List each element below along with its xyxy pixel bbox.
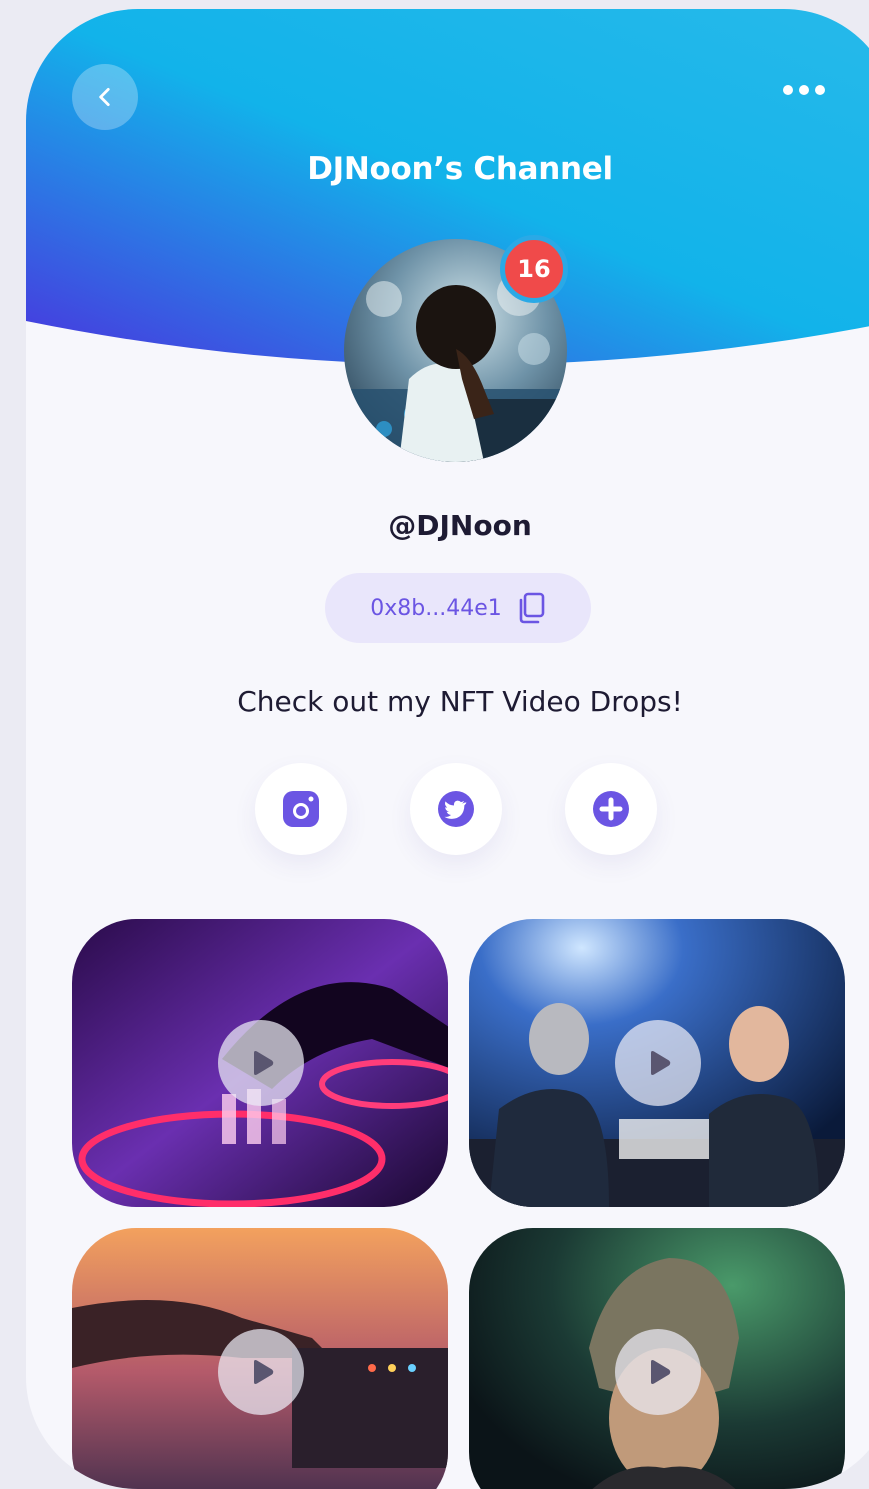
instagram-icon xyxy=(283,791,319,827)
play-button[interactable] xyxy=(218,1020,304,1106)
add-link-button[interactable] xyxy=(565,763,657,855)
social-links xyxy=(255,763,660,855)
notification-badge: 16 xyxy=(500,235,568,303)
video-card[interactable] xyxy=(72,919,448,1207)
play-icon xyxy=(651,1360,671,1384)
channel-screen: DJNoon’s Channel 16 @DJNoon 0x8b...44e1 … xyxy=(26,9,869,1489)
more-horizontal-icon-dot xyxy=(799,85,809,95)
page-title: DJNoon’s Channel xyxy=(307,151,613,187)
twitter-icon xyxy=(438,791,474,827)
more-horizontal-icon-dot xyxy=(815,85,825,95)
wallet-address: 0x8b...44e1 xyxy=(370,595,502,621)
play-button[interactable] xyxy=(615,1020,701,1106)
copy-icon xyxy=(519,592,545,624)
instagram-button[interactable] xyxy=(255,763,347,855)
username: @DJNoon xyxy=(388,509,532,542)
back-button[interactable] xyxy=(72,64,138,130)
wallet-address-button[interactable]: 0x8b...44e1 xyxy=(325,573,591,643)
chevron-left-icon xyxy=(99,88,110,106)
video-card[interactable] xyxy=(469,919,845,1207)
more-options-button[interactable] xyxy=(774,75,834,105)
video-card[interactable] xyxy=(72,1228,448,1489)
profile-avatar[interactable]: 16 xyxy=(344,235,568,462)
twitter-button[interactable] xyxy=(410,763,502,855)
play-button[interactable] xyxy=(615,1329,701,1415)
play-button[interactable] xyxy=(218,1329,304,1415)
plus-circle-icon xyxy=(593,791,629,827)
play-icon xyxy=(254,1360,274,1384)
video-card[interactable] xyxy=(469,1228,845,1489)
play-icon xyxy=(254,1051,274,1075)
channel-bio: Check out my NFT Video Drops! xyxy=(237,685,683,718)
more-horizontal-icon-dot xyxy=(783,85,793,95)
play-icon xyxy=(651,1051,671,1075)
